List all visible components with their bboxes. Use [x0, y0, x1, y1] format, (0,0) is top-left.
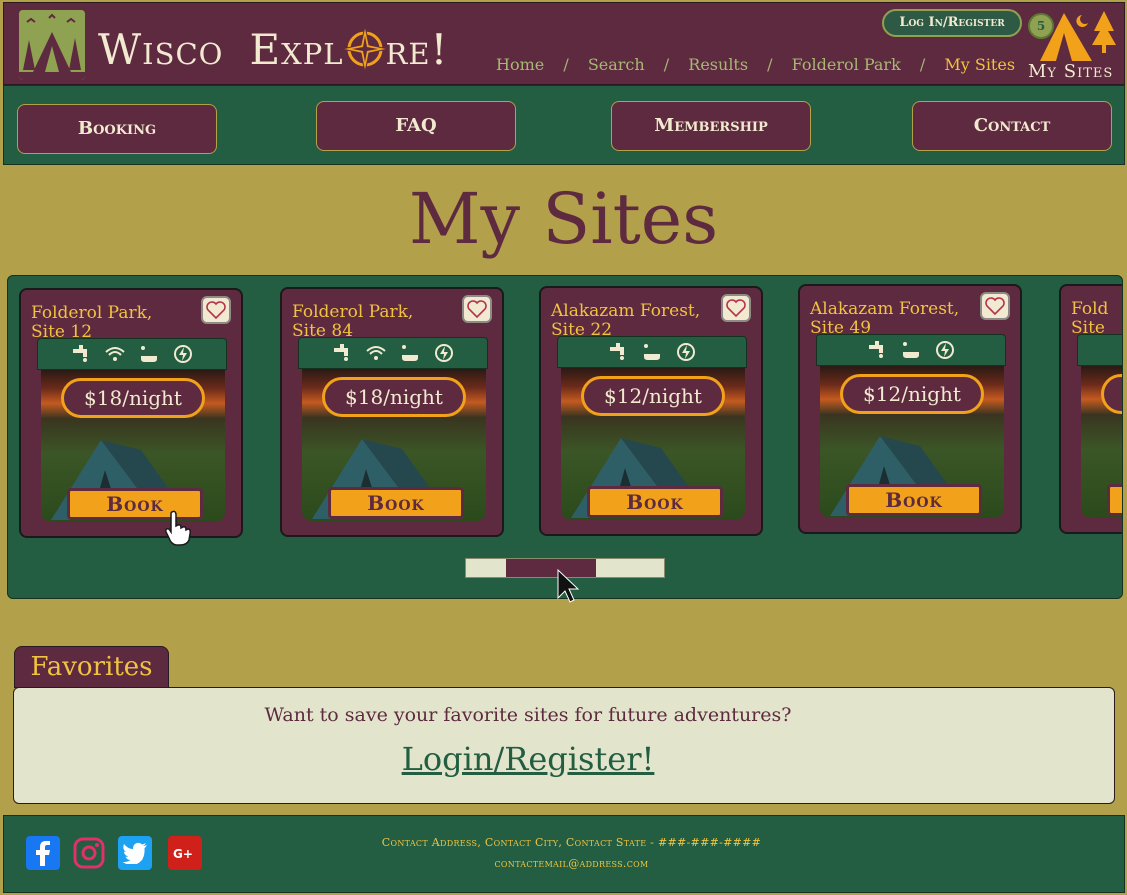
site-title: Alakazam Forest, Site 22 [551, 302, 721, 340]
breadcrumb: Home / Search / Results / Folderol Park … [496, 55, 1015, 74]
favorite-button[interactable] [201, 296, 231, 324]
compass-icon [341, 26, 388, 72]
amenities-bar [816, 334, 1006, 366]
site-card: Folderol Park, Site 84 $18/night Book [280, 287, 504, 537]
amenities-bar [37, 338, 227, 370]
site-park-name: Alakazam Forest, [551, 301, 701, 321]
water-icon [73, 345, 87, 362]
site-card: Folderol Park, Site 12 $18/night Book [19, 288, 243, 538]
heart-icon [206, 301, 226, 319]
price-badge: $18/night [322, 377, 466, 417]
site-park-name: Fold [1071, 299, 1109, 319]
breadcrumb-results[interactable]: Results [688, 55, 748, 74]
site-title: Fold Site [1071, 299, 1122, 338]
favorite-button[interactable] [462, 295, 492, 323]
site-footer: G+ Contact Address, Contact City, Contac… [3, 815, 1125, 893]
site-photo: $18/night Book [302, 369, 486, 521]
electric-icon [936, 341, 954, 359]
shower-icon [141, 346, 157, 362]
brand-title[interactable]: Wisco Expl re! [98, 25, 448, 76]
scrollbar-thumb[interactable] [506, 559, 596, 577]
google-plus-icon[interactable]: G+ [168, 836, 202, 870]
heart-icon [985, 297, 1005, 315]
amenities-bar [298, 337, 488, 369]
site-park-name: Alakazam Forest, [810, 299, 960, 319]
site-photo [1081, 366, 1122, 518]
electric-icon [435, 344, 453, 362]
nav-membership-button[interactable]: Membership [611, 101, 811, 151]
nav-faq-button[interactable]: FAQ [316, 101, 516, 151]
footer-email[interactable]: contactemail@address.com [304, 857, 839, 870]
site-photo: $18/night Book [41, 370, 225, 522]
breadcrumb-separator: / [663, 55, 670, 74]
breadcrumb-park[interactable]: Folderol Park [792, 55, 901, 74]
amenities-bar [557, 336, 747, 368]
amenities-bar [1077, 334, 1122, 366]
favorite-button[interactable] [980, 292, 1010, 320]
shower-icon [644, 344, 660, 360]
nav-contact-button[interactable]: Contact [912, 101, 1112, 151]
wifi-icon [105, 347, 125, 361]
book-button[interactable]: Book [328, 487, 464, 519]
logo[interactable] [19, 10, 85, 80]
breadcrumb-separator: / [919, 55, 926, 74]
site-photo: $12/night Book [561, 368, 745, 520]
brand-word-1: Wisco [98, 25, 224, 74]
favorites-prompt: Want to save your favorite sites for fut… [264, 704, 792, 726]
site-park-name: Folderol Park, [292, 302, 414, 322]
svg-text:G+: G+ [173, 847, 193, 861]
mysites-link[interactable]: My Sites [1028, 61, 1113, 82]
site-card: Fold Site [1059, 284, 1122, 534]
book-button[interactable]: Book [587, 486, 723, 518]
instagram-icon[interactable] [72, 836, 106, 870]
sites-carousel[interactable]: Folderol Park, Site 12 $18/night Book Fo… [7, 275, 1123, 599]
shower-icon [903, 342, 919, 358]
breadcrumb-search[interactable]: Search [588, 55, 645, 74]
water-icon [869, 341, 883, 358]
main-nav: Booking FAQ Membership Contact [3, 85, 1125, 165]
brand-word-2-end: re! [385, 25, 449, 74]
breadcrumb-home[interactable]: Home [496, 55, 544, 74]
breadcrumb-current: My Sites [944, 55, 1016, 74]
nav-booking-button[interactable]: Booking [17, 104, 217, 154]
favorites-panel: Want to save your favorite sites for fut… [13, 687, 1115, 804]
heart-icon [726, 299, 746, 317]
wifi-icon [366, 346, 386, 360]
login-register-button[interactable]: Log In/Register [882, 9, 1022, 37]
electric-icon [677, 343, 695, 361]
page-title: My Sites [408, 178, 719, 260]
brand-word-2-start: Expl [249, 25, 344, 74]
site-header: Wisco Expl re! Home / Search / Results / … [3, 2, 1125, 85]
shower-icon [402, 345, 418, 361]
breadcrumb-separator: / [563, 55, 569, 74]
arrow-cursor-icon [557, 568, 580, 603]
breadcrumb-separator: / [767, 55, 773, 74]
electric-icon [174, 345, 192, 363]
site-park-name: Folderol Park, [31, 303, 153, 323]
price-badge [1101, 374, 1122, 414]
water-icon [610, 343, 624, 360]
site-photo: $12/night Book [820, 366, 1004, 518]
site-title: Alakazam Forest, Site 49 [810, 300, 980, 338]
water-icon [334, 344, 348, 361]
favorite-button[interactable] [721, 294, 751, 322]
book-button[interactable]: Book [846, 484, 982, 516]
twitter-icon[interactable] [118, 836, 152, 870]
site-title: Folderol Park, Site 84 [292, 303, 462, 341]
facebook-icon[interactable] [26, 836, 60, 870]
book-button[interactable] [1107, 484, 1122, 516]
site-card: Alakazam Forest, Site 22 $12/night Book [539, 286, 763, 536]
heart-icon [467, 300, 487, 318]
price-badge: $12/night [581, 376, 725, 416]
price-badge: $12/night [840, 374, 984, 414]
favorites-tab[interactable]: Favorites [14, 646, 169, 688]
price-badge: $18/night [61, 378, 205, 418]
tent-icon[interactable] [1034, 9, 1118, 65]
hand-cursor-icon [165, 510, 191, 546]
logo-icon [19, 10, 85, 80]
site-title: Folderol Park, Site 12 [31, 304, 201, 342]
favorites-login-link[interactable]: Login/Register! [14, 740, 1042, 778]
footer-address: Contact Address, Contact City, Contact S… [381, 836, 762, 849]
site-card: Alakazam Forest, Site 49 $12/night Book [798, 284, 1022, 534]
